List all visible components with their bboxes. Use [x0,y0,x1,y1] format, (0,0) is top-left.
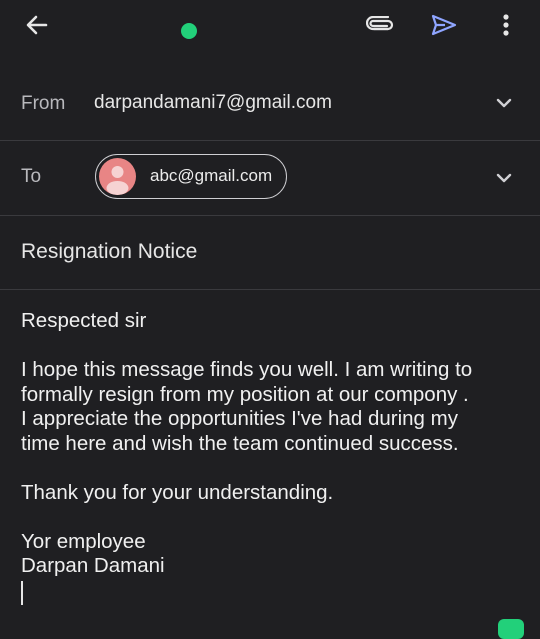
from-row[interactable]: From darpandamani7@gmail.com [0,68,540,141]
greeting: Respected sir [21,309,147,332]
from-address: darpandamani7@gmail.com [94,92,332,113]
top-app-bar [0,0,540,56]
more-vert-icon[interactable] [492,8,520,42]
thanks-line: Thank you for your understanding. [21,480,334,504]
send-icon[interactable] [424,8,464,42]
text-cursor [21,580,23,605]
subject-text: Resignation Notice [21,240,198,263]
chevron-down-icon[interactable] [492,166,516,190]
body-line: time here and wish the team continued su… [21,431,459,455]
status-dot [181,23,197,39]
avatar [99,158,136,195]
recipient-chip[interactable]: abc@gmail.com [95,154,287,199]
body-line: formally resign from my position at our … [21,382,469,406]
to-row[interactable]: To abc@gmail.com [0,141,540,216]
subject-field[interactable]: Resignation Notice [0,216,540,290]
back-arrow-icon[interactable] [18,8,56,42]
signature-line: Darpan Damani [21,554,165,577]
recipient-email: abc@gmail.com [150,166,273,185]
attach-icon[interactable] [362,8,400,42]
chevron-down-icon[interactable] [492,91,516,115]
body-line: I hope this message finds you well. I am… [21,358,473,381]
to-label: To [21,166,42,187]
from-label: From [21,93,66,114]
compose-body[interactable]: Respected sir I hope this message finds … [21,309,521,605]
floating-action-button[interactable] [498,619,524,639]
closing-line: Yor employee [21,529,146,553]
body-line: I appreciate the opportunities I've had … [21,407,458,430]
